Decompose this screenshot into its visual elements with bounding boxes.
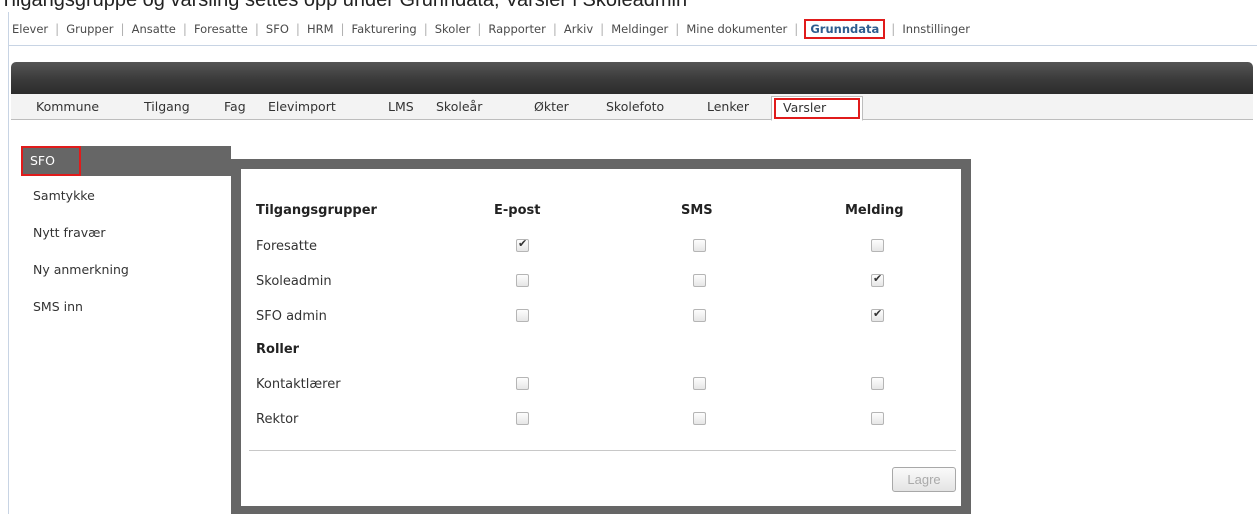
nav-mine-dokumenter[interactable]: Mine dokumenter — [684, 22, 789, 36]
row-label: Foresatte — [256, 239, 317, 254]
save-button-label: Lagre — [907, 472, 941, 487]
row-label: Skoleadmin — [256, 274, 332, 289]
checkbox-foresatte-message[interactable] — [871, 239, 884, 252]
nav-skoler[interactable]: Skoler — [433, 22, 473, 36]
tab-varsler[interactable]: Varsler — [771, 96, 863, 121]
checkbox-kontaktlaerer-sms[interactable] — [693, 377, 706, 390]
column-header-message: Melding — [845, 203, 904, 218]
subnav-lms[interactable]: LMS — [388, 99, 414, 114]
subnav-skolear[interactable]: Skoleår — [436, 99, 482, 114]
checkbox-sfo-admin-message[interactable] — [871, 307, 884, 322]
menu-item-sms-inn[interactable]: SMS inn — [21, 287, 231, 324]
left-menu: SFO Samtykke Nytt fravær Ny anmerkning S… — [21, 146, 231, 324]
checkbox-foresatte-email[interactable] — [516, 237, 529, 252]
menu-item-nytt-fravaer[interactable]: Nytt fravær — [21, 213, 231, 250]
nav-foresatte[interactable]: Foresatte — [192, 22, 250, 36]
top-navigation: Elever | Grupper | Ansatte | Foresatte | SFO… — [9, 12, 1257, 46]
checkbox-skoleadmin-sms[interactable] — [693, 274, 706, 287]
left-menu-header[interactable]: SFO — [21, 146, 231, 176]
checkbox-rektor-email[interactable] — [516, 412, 529, 425]
checkbox-kontaktlaerer-email[interactable] — [516, 377, 529, 390]
nav-innstillinger[interactable]: Innstillinger — [900, 22, 972, 36]
nav-arkiv[interactable]: Arkiv — [562, 22, 595, 36]
document-text-strip: Tilgangsgruppe og varsling settes opp un… — [0, 0, 1257, 12]
notification-settings-form: Tilgangsgrupper E-post SMS Melding Fores… — [241, 169, 961, 506]
left-menu-header-label: SFO — [30, 153, 55, 168]
notification-settings-panel: Tilgangsgrupper E-post SMS Melding Fores… — [231, 159, 971, 514]
nav-ansatte[interactable]: Ansatte — [130, 22, 178, 36]
section-header-roles: Roller — [256, 342, 300, 357]
subnav-skolefoto[interactable]: Skolefoto — [606, 99, 664, 114]
column-header-sms: SMS — [681, 203, 713, 218]
divider — [249, 450, 956, 451]
checkbox-sfo-admin-email[interactable] — [516, 309, 529, 322]
nav-elever[interactable]: Elever — [10, 22, 50, 36]
checkbox-rektor-message[interactable] — [871, 412, 884, 425]
nav-sfo[interactable]: SFO — [264, 22, 291, 36]
nav-fakturering[interactable]: Fakturering — [350, 22, 419, 36]
nav-meldinger[interactable]: Meldinger — [609, 22, 670, 36]
checkbox-kontaktlaerer-message[interactable] — [871, 377, 884, 390]
menu-item-ny-anmerkning[interactable]: Ny anmerkning — [21, 250, 231, 287]
nav-hrm[interactable]: HRM — [305, 22, 336, 36]
row-label: Rektor — [256, 412, 299, 427]
subnav-tilgang[interactable]: Tilgang — [144, 99, 190, 114]
tab-varsler-label: Varsler — [783, 100, 827, 115]
checkbox-skoleadmin-email[interactable] — [516, 274, 529, 287]
checkbox-rektor-sms[interactable] — [693, 412, 706, 425]
checkbox-foresatte-sms[interactable] — [693, 239, 706, 252]
column-header-email: E-post — [494, 203, 541, 218]
column-header-groups: Tilgangsgrupper — [256, 203, 377, 218]
save-button[interactable]: Lagre — [892, 467, 956, 492]
document-text: Tilgangsgruppe og varsling settes opp un… — [0, 0, 688, 11]
nav-grupper[interactable]: Grupper — [64, 22, 115, 36]
sub-navigation: Kommune Tilgang Fag Elevimport LMS Skole… — [11, 94, 1253, 121]
subnav-kommune[interactable]: Kommune — [36, 99, 99, 114]
subnav-fag[interactable]: Fag — [224, 99, 246, 114]
app-frame: Elever | Grupper | Ansatte | Foresatte | SFO… — [8, 12, 1257, 514]
menu-item-samtykke[interactable]: Samtykke — [21, 176, 231, 213]
subnav-lenker[interactable]: Lenker — [707, 99, 749, 114]
row-label: Kontaktlærer — [256, 377, 341, 392]
subnav-okter[interactable]: Økter — [534, 99, 569, 114]
nav-rapporter[interactable]: Rapporter — [486, 22, 547, 36]
nav-grunndata[interactable]: Grunndata — [804, 18, 886, 39]
checkbox-sfo-admin-sms[interactable] — [693, 309, 706, 322]
subnav-elevimport[interactable]: Elevimport — [268, 99, 336, 114]
row-label: SFO admin — [256, 309, 327, 324]
header-bar — [11, 62, 1253, 94]
checkbox-skoleadmin-message[interactable] — [871, 272, 884, 287]
